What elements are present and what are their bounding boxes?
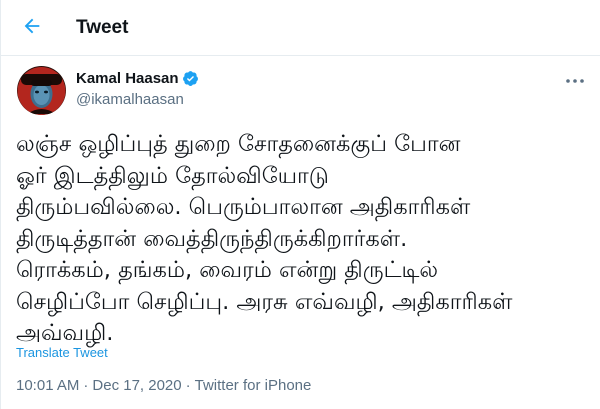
meta-separator: · <box>185 377 191 394</box>
arrow-left-icon <box>21 15 43 41</box>
page-title: Tweet <box>76 17 129 38</box>
tweet-meta: 10:01 AM · Dec 17, 2020 · Twitter for iP… <box>16 377 311 394</box>
more-options-icon <box>565 69 585 88</box>
meta-separator: · <box>83 377 89 394</box>
translate-tweet-link[interactable]: Translate Tweet <box>16 345 108 360</box>
author-handle[interactable]: @ikamalhaasan <box>76 91 184 108</box>
tweet-date[interactable]: Dec 17, 2020 <box>92 377 181 394</box>
more-options-button[interactable] <box>561 68 589 88</box>
author-name[interactable]: Kamal Haasan <box>76 70 199 87</box>
top-header: Tweet <box>1 0 600 56</box>
tweet-source[interactable]: Twitter for iPhone <box>195 377 312 394</box>
author-name-text: Kamal Haasan <box>76 70 179 87</box>
back-button[interactable] <box>16 12 48 44</box>
avatar[interactable] <box>17 66 66 115</box>
tweet-time[interactable]: 10:01 AM <box>16 377 79 394</box>
tweet-text: லஞ்ச ஒழிப்புத் துறை சோதனைக்குப் போன ஓர் … <box>16 131 513 346</box>
tweet-page: Tweet Kamal Haasan @ikamalhaasan லஞ்ச ஒழ… <box>0 0 600 409</box>
verified-badge-icon <box>182 70 199 87</box>
